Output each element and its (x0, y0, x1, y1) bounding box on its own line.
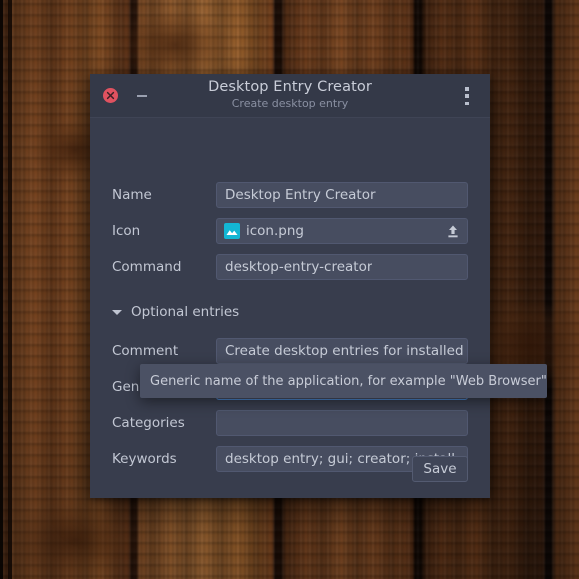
screen: Desktop Entry Creator Create desktop ent… (0, 0, 579, 579)
window-subtitle: Create desktop entry (231, 97, 349, 110)
chevron-down-icon (112, 309, 122, 315)
optional-entries-label: Optional entries (131, 304, 240, 320)
command-input[interactable]: desktop-entry-creator (216, 254, 468, 280)
kebab-dot-icon (465, 94, 469, 98)
icon-upload-button[interactable] (439, 219, 467, 243)
minimize-icon (137, 95, 147, 97)
close-icon (106, 91, 115, 100)
kebab-dot-icon (465, 101, 469, 105)
label-comment: Comment (112, 343, 179, 359)
desktop-entry-creator-window: Desktop Entry Creator Create desktop ent… (90, 74, 490, 498)
label-categories: Categories (112, 415, 185, 431)
categories-input[interactable] (216, 410, 468, 436)
form-row-comment: Comment Create desktop entries for insta… (112, 338, 468, 364)
kebab-dot-icon (465, 87, 469, 91)
image-file-icon (224, 223, 240, 239)
form-row-icon: Icon icon.png (112, 218, 468, 244)
tooltip-text: Generic name of the application, for exa… (150, 373, 547, 389)
upload-icon (448, 225, 458, 237)
form-row-name: Name Desktop Entry Creator (112, 182, 468, 208)
name-input[interactable]: Desktop Entry Creator (216, 182, 468, 208)
overflow-menu-button[interactable] (458, 86, 476, 106)
comment-input[interactable]: Create desktop entries for installed a (216, 338, 468, 364)
window-title-block: Desktop Entry Creator Create desktop ent… (90, 79, 490, 111)
label-name: Name (112, 187, 152, 203)
generic-name-tooltip: Generic name of the application, for exa… (140, 364, 547, 398)
save-button[interactable]: Save (412, 456, 468, 482)
optional-entries-toggle[interactable]: Optional entries (112, 304, 239, 320)
form-body: Name Desktop Entry Creator Icon icon.png (90, 118, 490, 498)
comment-input-value: Create desktop entries for installed a (225, 343, 467, 359)
mountain-picture-icon (226, 230, 238, 235)
label-icon: Icon (112, 223, 141, 239)
command-input-value: desktop-entry-creator (225, 259, 373, 275)
form-row-categories: Categories (112, 410, 468, 436)
label-keywords: Keywords (112, 451, 177, 467)
form-row-command: Command desktop-entry-creator (112, 254, 468, 280)
close-button[interactable] (103, 88, 118, 103)
window-titlebar[interactable]: Desktop Entry Creator Create desktop ent… (90, 74, 490, 118)
icon-input[interactable]: icon.png (216, 218, 468, 244)
minimize-button[interactable] (134, 88, 150, 104)
window-title: Desktop Entry Creator (208, 79, 372, 95)
icon-filename-value: icon.png (246, 223, 304, 239)
name-input-value: Desktop Entry Creator (225, 187, 376, 203)
label-command: Command (112, 259, 182, 275)
